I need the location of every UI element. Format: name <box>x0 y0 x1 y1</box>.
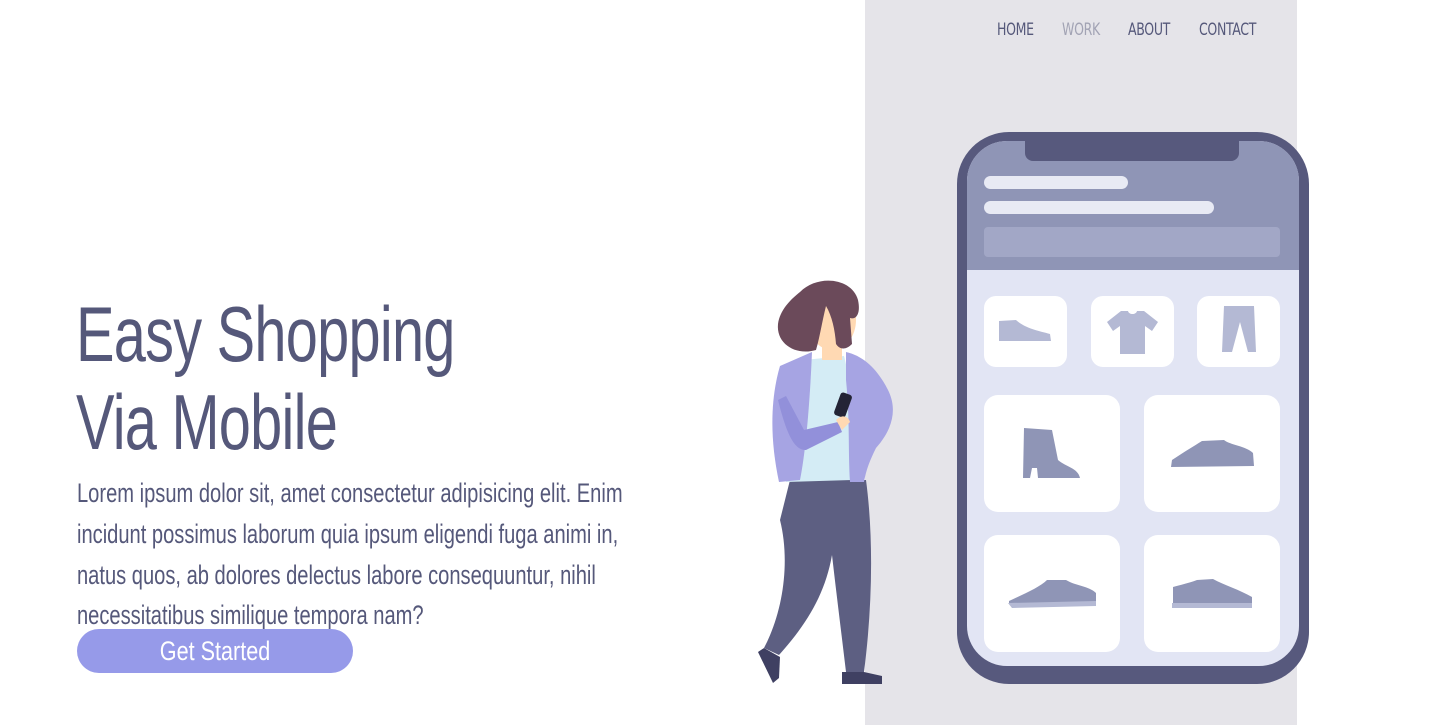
woman-illustration <box>758 280 893 684</box>
shopping-illustration <box>758 132 1309 684</box>
